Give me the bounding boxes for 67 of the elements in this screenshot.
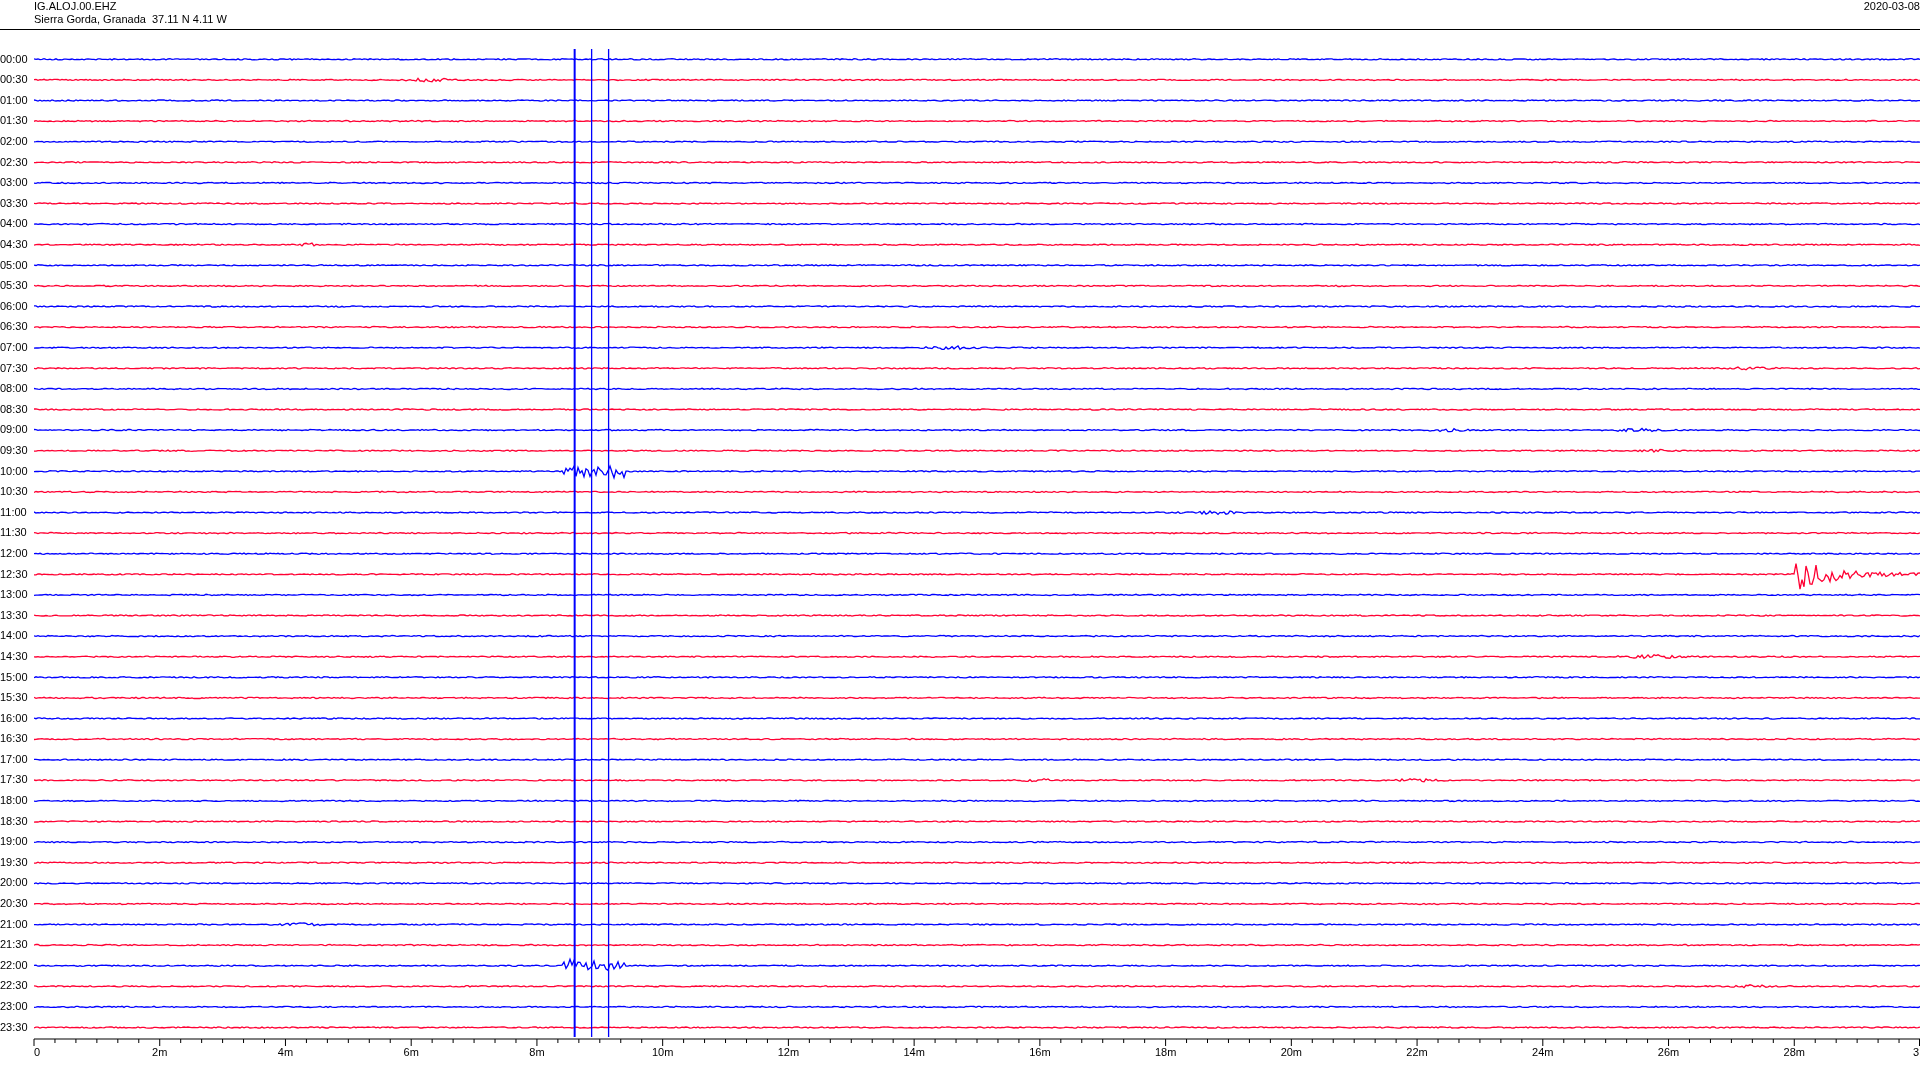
time-label: 00:00 [0, 51, 29, 67]
axis-label: 3 [1912, 1046, 1920, 1060]
axis-label: 0 [34, 1046, 41, 1060]
time-label: 01:30 [0, 113, 29, 129]
time-label: 14:30 [0, 648, 29, 664]
time-label: 19:30 [0, 854, 29, 870]
time-label: 15:30 [0, 690, 29, 706]
time-label: 03:30 [0, 195, 29, 211]
axis-label: 14m [903, 1046, 925, 1060]
time-label: 23:30 [0, 1019, 29, 1035]
time-label: 17:30 [0, 772, 29, 788]
station-code: IG.ALOJ.00.EHZ [34, 0, 117, 13]
axis-label: 8m [529, 1046, 545, 1060]
time-label: 21:00 [0, 916, 29, 932]
time-label: 06:30 [0, 319, 29, 335]
time-label: 02:30 [0, 154, 29, 170]
time-label: 04:00 [0, 216, 29, 232]
time-label: 10:00 [0, 463, 29, 479]
time-label: 03:00 [0, 175, 29, 191]
record-date: 2020-03-08 [1863, 0, 1920, 14]
time-label: 20:30 [0, 896, 29, 912]
time-label: 05:00 [0, 257, 29, 273]
time-label: 21:30 [0, 937, 29, 953]
time-label: 13:30 [0, 607, 29, 623]
time-label: 10:30 [0, 484, 29, 500]
time-label: 04:30 [0, 237, 29, 253]
time-label: 17:00 [0, 751, 29, 767]
time-label: 00:30 [0, 72, 29, 88]
time-label: 20:00 [0, 875, 29, 891]
time-label: 09:30 [0, 442, 29, 458]
time-label: 18:30 [0, 813, 29, 829]
time-label: 08:30 [0, 401, 29, 417]
axis-label: 20m [1280, 1046, 1303, 1060]
time-label: 12:30 [0, 566, 29, 582]
time-label: 08:00 [0, 381, 29, 397]
axis-label: 24m [1532, 1046, 1554, 1060]
axis-label: 26m [1657, 1046, 1680, 1060]
axis-label: 4m [277, 1046, 294, 1060]
time-label: 22:30 [0, 978, 29, 994]
time-label: 12:00 [0, 545, 29, 561]
time-label: 07:30 [0, 360, 29, 376]
axis-label: 16m [1029, 1046, 1051, 1060]
time-label: 18:00 [0, 793, 29, 809]
time-label: 06:00 [0, 298, 29, 314]
time-label: 16:30 [0, 731, 29, 747]
axis-label: 22m [1406, 1046, 1428, 1060]
axis-label: 18m [1154, 1046, 1177, 1060]
time-label: 19:00 [0, 834, 29, 850]
time-label: 13:00 [0, 587, 29, 603]
time-label: 11:30 [0, 525, 28, 541]
time-label: 05:30 [0, 278, 29, 294]
time-label: 11:00 [0, 504, 28, 520]
axis-label: 12m [777, 1046, 800, 1060]
axis-label: 6m [403, 1046, 419, 1060]
time-label: 09:00 [0, 422, 29, 438]
axis-label: 10m [651, 1046, 674, 1060]
time-label: 23:00 [0, 999, 29, 1014]
axis-label: 28m [1783, 1046, 1805, 1060]
time-label: 15:00 [0, 669, 29, 685]
time-label: 14:00 [0, 628, 29, 644]
time-label: 02:00 [0, 134, 29, 150]
time-label: 07:00 [0, 340, 29, 355]
time-label: 16:00 [0, 710, 29, 726]
axis-label: 2m [152, 1046, 168, 1060]
time-label: 01:00 [0, 92, 29, 108]
station-location: Sierra Gorda, Granada 37.11 N 4.11 W [34, 13, 227, 26]
time-label: 22:00 [0, 957, 29, 973]
